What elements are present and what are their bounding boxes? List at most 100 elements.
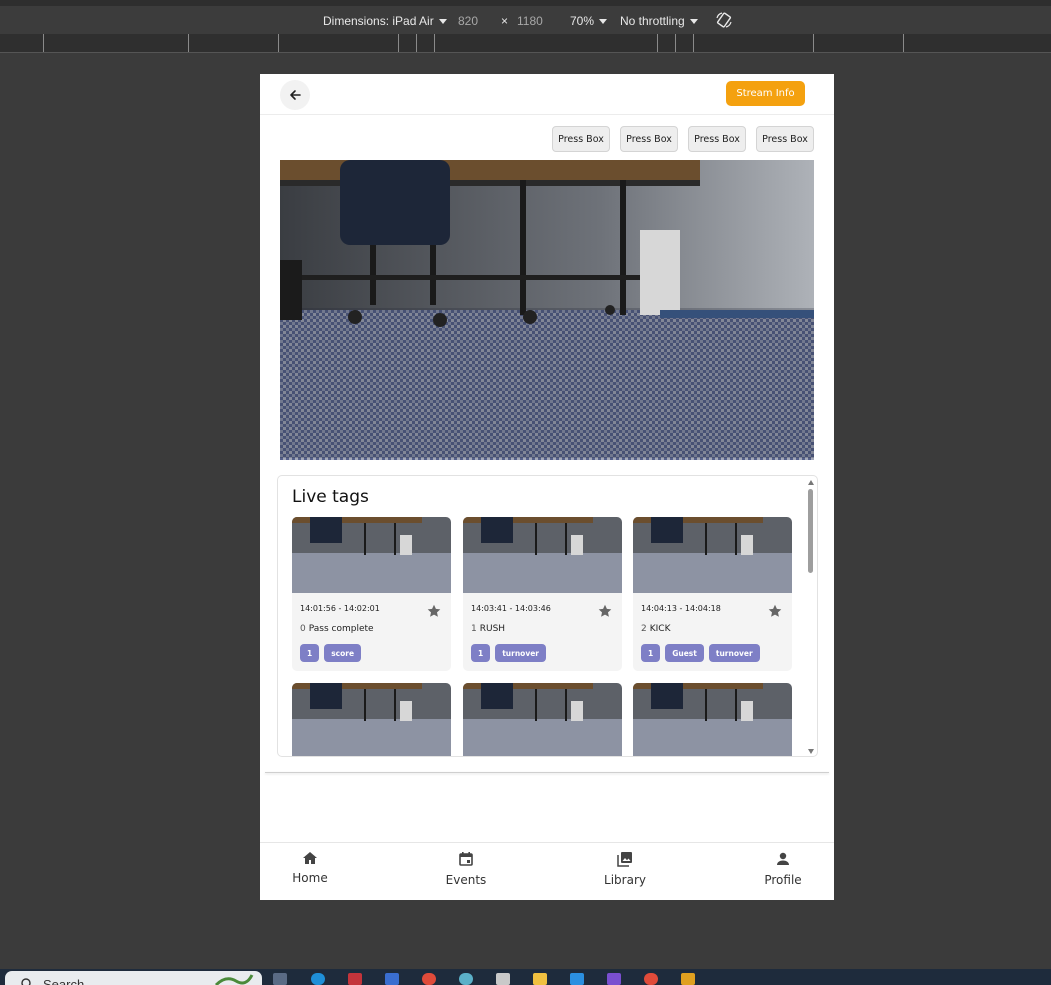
chrome-icon[interactable] xyxy=(644,973,658,985)
tag-time-range: 14:01:56 - 14:02:01 xyxy=(300,604,380,613)
nav-library[interactable]: Library xyxy=(585,851,665,887)
throttling-dropdown[interactable]: No throttling xyxy=(620,14,698,28)
zoom-dropdown[interactable]: 70% xyxy=(570,14,608,28)
camera-selector: Press Box Press Box Press Box Press Box xyxy=(552,126,814,152)
search-icon xyxy=(21,978,31,985)
tag-card[interactable]: 14:04:13 - 14:04:18 2 KICK 1 Guest turnov… xyxy=(633,517,792,671)
tag-thumbnail xyxy=(463,517,622,593)
dimensions-label: Dimensions: iPad Air xyxy=(323,14,434,28)
tag-card[interactable] xyxy=(292,683,451,756)
search-highlight-icon xyxy=(214,974,254,985)
throttling-label: No throttling xyxy=(620,14,685,28)
vscode-icon[interactable] xyxy=(570,973,584,985)
star-icon[interactable] xyxy=(598,604,612,618)
tag-chip[interactable]: 1 xyxy=(471,644,491,662)
tag-chip[interactable]: turnover xyxy=(708,644,760,662)
section-divider xyxy=(265,772,829,773)
tag-thumbnail xyxy=(633,683,792,756)
tag-card[interactable]: 14:03:41 - 14:03:46 1 RUSH 1 turnover xyxy=(463,517,622,671)
camera-button[interactable]: Press Box xyxy=(552,126,610,152)
app-icon[interactable] xyxy=(681,973,695,985)
app-bar: Stream Info xyxy=(260,74,834,115)
width-input[interactable]: 820 xyxy=(458,14,478,28)
star-icon[interactable] xyxy=(768,604,782,618)
live-video-player[interactable] xyxy=(280,160,814,460)
nav-events[interactable]: Events xyxy=(426,851,506,887)
times-label: × xyxy=(501,14,509,28)
scroll-up-icon[interactable] xyxy=(808,480,814,485)
arrow-left-icon xyxy=(290,90,301,100)
taskbar-search-label: Search xyxy=(43,977,85,985)
ruler-tick xyxy=(278,34,279,52)
tag-chip[interactable]: turnover xyxy=(495,644,547,662)
app-icon[interactable] xyxy=(385,973,399,985)
scroll-thumb[interactable] xyxy=(808,489,813,573)
nav-home-label: Home xyxy=(292,871,328,885)
live-tags-panel[interactable]: Live tags 14:01:56 - 14:02:01 0 Pass comp… xyxy=(277,475,818,757)
tag-chip[interactable]: 1 xyxy=(300,644,320,662)
tag-chip[interactable]: score xyxy=(324,644,362,662)
tag-index: 0 xyxy=(300,624,306,634)
app-icon[interactable] xyxy=(496,973,510,985)
tag-name: KICK xyxy=(649,624,671,634)
ruler-tick xyxy=(657,34,658,52)
tag-thumbnail xyxy=(633,517,792,593)
camera-button[interactable]: Press Box xyxy=(688,126,746,152)
tag-name: RUSH xyxy=(479,624,506,634)
media-query-ruler[interactable] xyxy=(0,34,1051,53)
tag-card[interactable] xyxy=(463,683,622,756)
home-icon xyxy=(303,852,317,864)
edge-icon[interactable] xyxy=(311,973,325,985)
tag-chips: 1 Guest turnover xyxy=(641,644,760,662)
ruler-tick xyxy=(813,34,814,52)
ruler-tick xyxy=(43,34,44,52)
ruler-tick xyxy=(188,34,189,52)
dimensions-dropdown[interactable]: Dimensions: iPad Air xyxy=(323,14,447,28)
tag-index: 1 xyxy=(471,624,477,634)
stream-info-button[interactable]: Stream Info xyxy=(726,81,805,106)
star-icon[interactable] xyxy=(427,604,441,618)
tag-chip[interactable]: 1 xyxy=(641,644,661,662)
tag-label: 0 Pass complete xyxy=(300,624,374,634)
tag-card[interactable]: 14:01:56 - 14:02:01 0 Pass complete 1 sco… xyxy=(292,517,451,671)
chevron-down-icon xyxy=(438,19,447,25)
task-view-icon[interactable] xyxy=(273,973,287,985)
taskbar-search-box[interactable]: Search xyxy=(5,971,262,985)
live-tags-title: Live tags xyxy=(292,487,369,507)
tag-chip[interactable]: Guest xyxy=(665,644,704,662)
ruler-tick xyxy=(693,34,694,52)
ruler-tick xyxy=(903,34,904,52)
nav-profile-label: Profile xyxy=(764,873,802,887)
nav-library-label: Library xyxy=(604,873,646,887)
tag-time-range: 14:04:13 - 14:04:18 xyxy=(641,604,721,613)
camera-button[interactable]: Press Box xyxy=(756,126,814,152)
back-button[interactable] xyxy=(280,80,310,110)
tag-thumbnail xyxy=(292,683,451,756)
scroll-down-icon[interactable] xyxy=(808,749,814,754)
bottom-navigation: Home Events Library Profile xyxy=(260,842,834,900)
tag-chips: 1 score xyxy=(300,644,362,662)
camera-button[interactable]: Press Box xyxy=(620,126,678,152)
chrome-icon[interactable] xyxy=(422,973,436,985)
folder-icon[interactable] xyxy=(533,973,547,985)
height-input[interactable]: 1180 xyxy=(517,14,543,28)
tag-chips: 1 turnover xyxy=(471,644,547,662)
nav-events-label: Events xyxy=(445,873,487,887)
tag-label: 1 RUSH xyxy=(471,624,505,634)
rotate-icon[interactable] xyxy=(715,11,733,32)
nav-home[interactable]: Home xyxy=(270,851,350,885)
ruler-tick xyxy=(398,34,399,52)
tags-scrollbar[interactable] xyxy=(807,480,815,754)
tag-card[interactable] xyxy=(633,683,792,756)
person-icon xyxy=(777,852,789,865)
app-icon[interactable] xyxy=(348,973,362,985)
nav-profile[interactable]: Profile xyxy=(743,851,823,887)
app-icon[interactable] xyxy=(607,973,621,985)
ruler-tick xyxy=(434,34,435,52)
tag-time-range: 14:03:41 - 14:03:46 xyxy=(471,604,551,613)
device-viewport: Stream Info Press Box Press Box Press Bo… xyxy=(260,74,834,900)
tag-name: Pass complete xyxy=(308,624,374,634)
ruler-tick xyxy=(416,34,417,52)
app-icon[interactable] xyxy=(459,973,473,985)
tag-label: 2 KICK xyxy=(641,624,670,634)
